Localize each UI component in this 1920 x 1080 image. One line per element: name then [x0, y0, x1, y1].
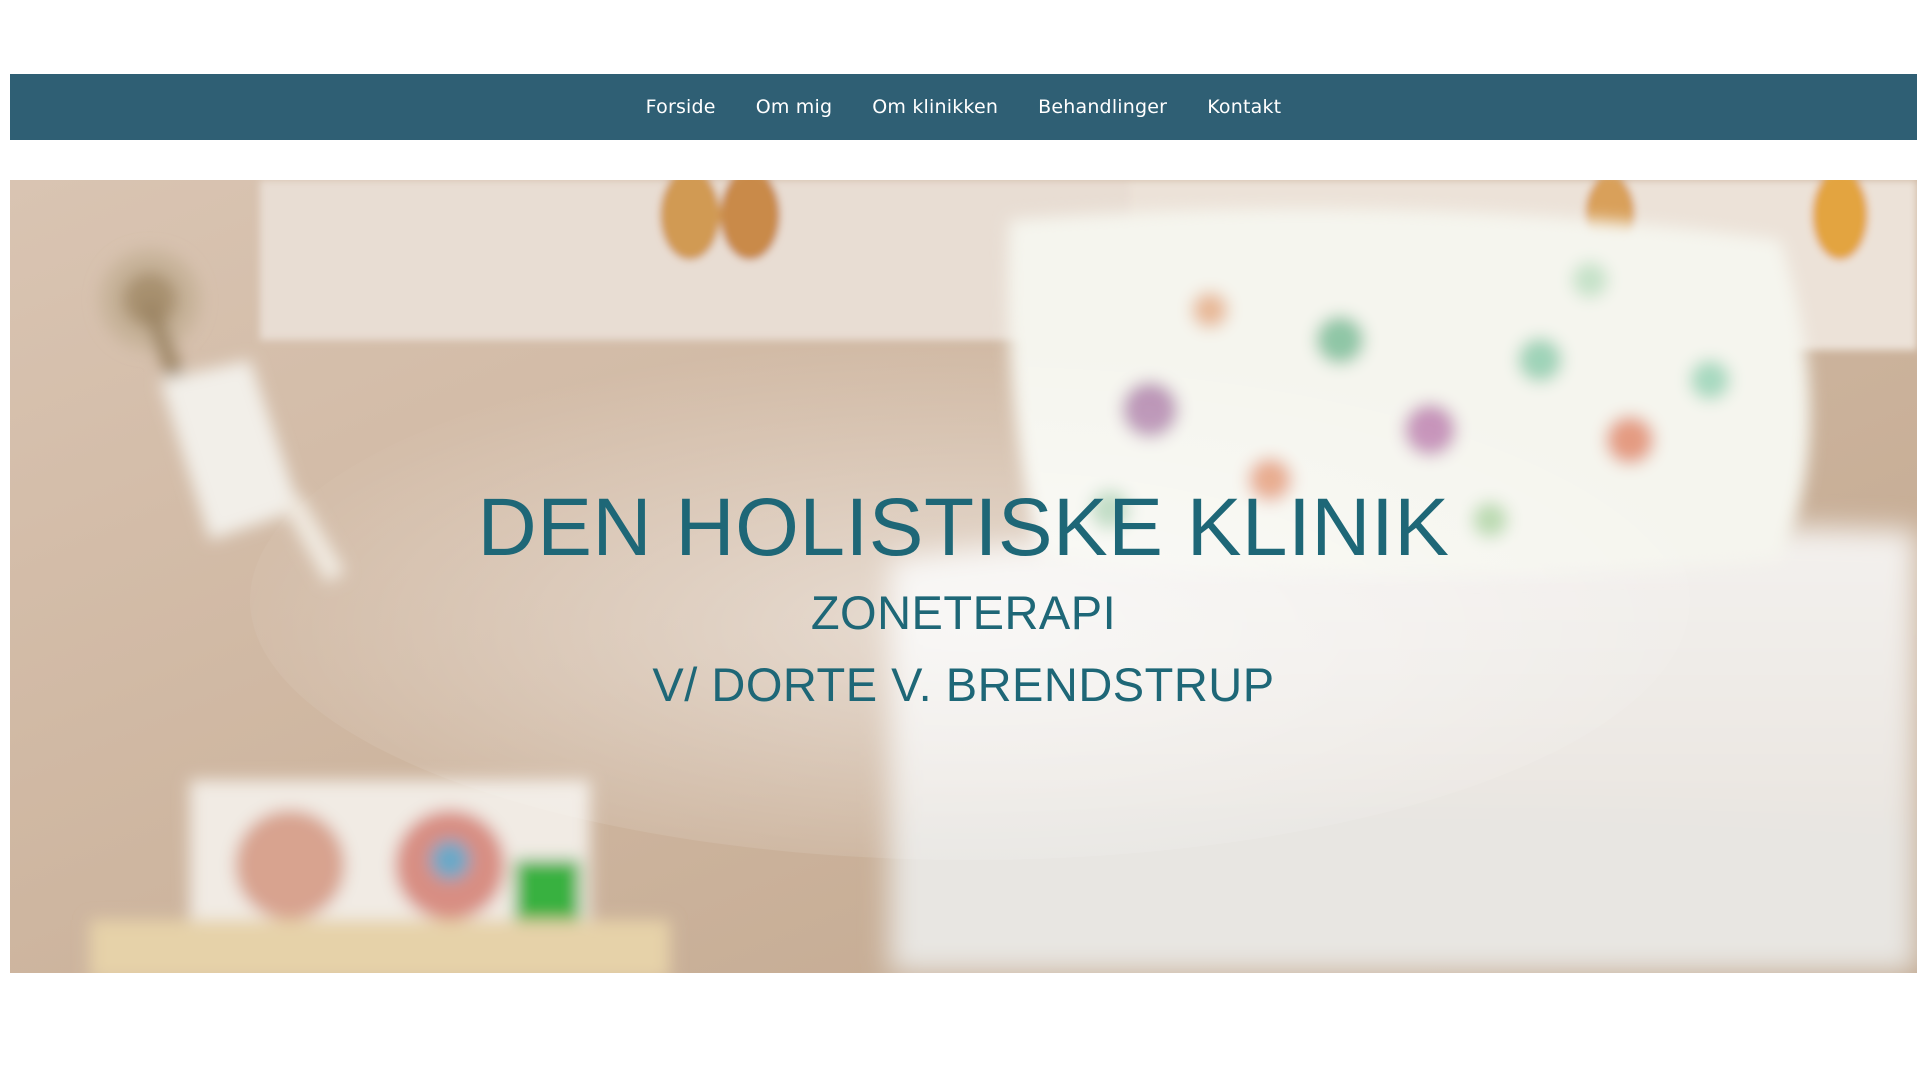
hero-banner: DEN HOLISTISKE KLINIK ZONETERAPI V/ DORT… [10, 180, 1917, 973]
main-navigation: Forside Om mig Om klinikken Behandlinger… [10, 74, 1917, 140]
nav-item-kontakt[interactable]: Kontakt [1207, 96, 1281, 118]
nav-item-om-klinikken[interactable]: Om klinikken [872, 96, 998, 118]
nav-list: Forside Om mig Om klinikken Behandlinger… [646, 96, 1282, 118]
nav-item-behandlinger[interactable]: Behandlinger [1038, 96, 1167, 118]
nav-item-forside[interactable]: Forside [646, 96, 716, 118]
hero-subtitle: ZONETERAPI [810, 586, 1117, 639]
hero-title: DEN HOLISTISKE KLINIK [477, 482, 1450, 573]
page: Forside Om mig Om klinikken Behandlinger… [0, 0, 1920, 1080]
hero-text-block: DEN HOLISTISKE KLINIK ZONETERAPI V/ DORT… [10, 480, 1917, 718]
nav-item-om-mig[interactable]: Om mig [756, 96, 833, 118]
hero-tagline: V/ DORTE V. BRENDSTRUP [652, 658, 1275, 711]
